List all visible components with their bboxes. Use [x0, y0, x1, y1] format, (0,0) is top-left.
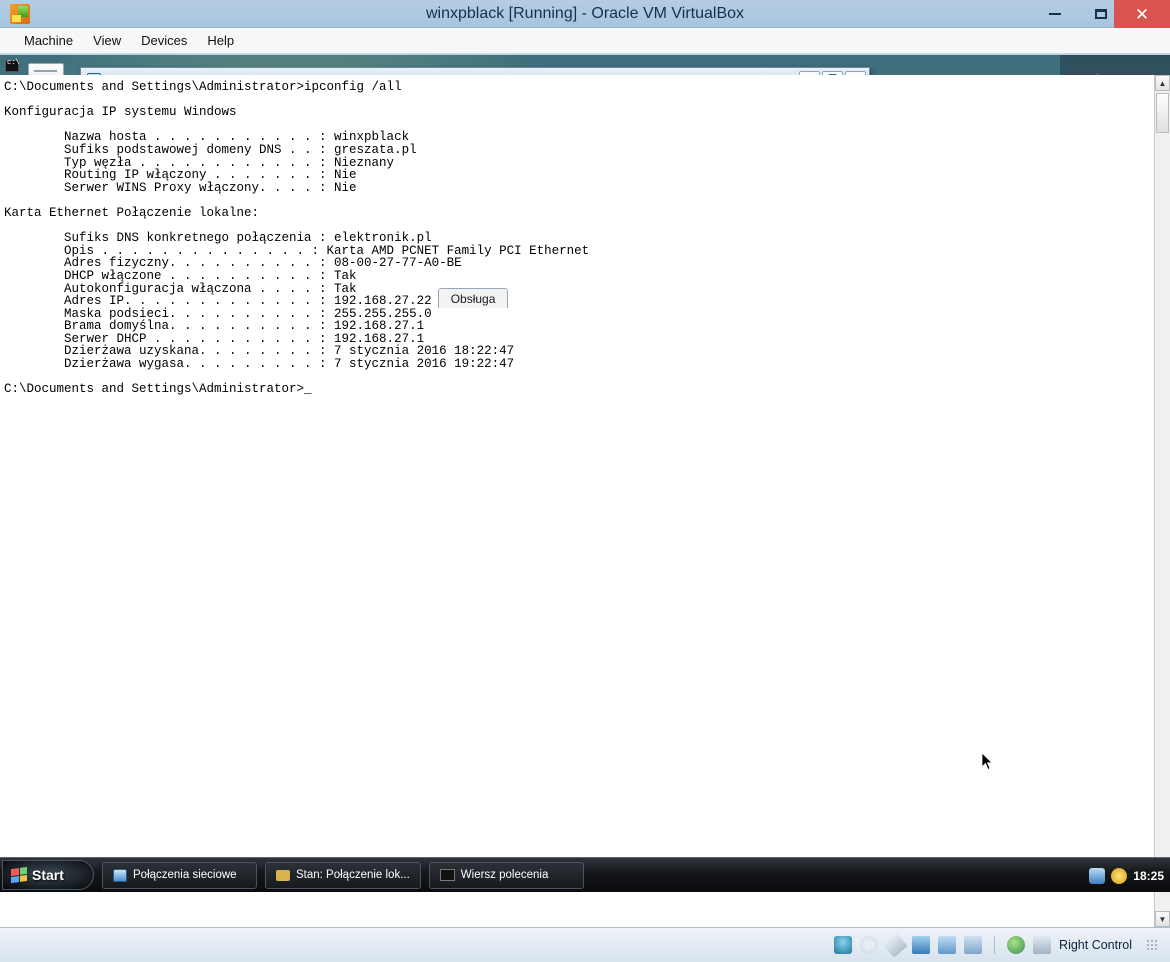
taskbar-item-command-prompt[interactable]: Wiersz polecenia	[428, 861, 584, 889]
display-icon[interactable]	[1007, 936, 1026, 954]
vbox-menubar: Machine View Devices Help	[0, 28, 1170, 54]
vbox-window-title: winxpblack [Running] - Oracle VM Virtual…	[425, 5, 745, 22]
taskbar-clock[interactable]: 18:25	[1133, 869, 1164, 883]
cmd-output-text: C:\Documents and Settings\Administrator>…	[4, 80, 590, 397]
scroll-up-icon[interactable]: ▲	[1155, 75, 1170, 91]
scroll-down-icon[interactable]: ▼	[1155, 911, 1170, 927]
virtualbox-window: winxpblack [Running] - Oracle VM Virtual…	[0, 0, 1170, 962]
smiley-tray-icon[interactable]	[1111, 867, 1128, 884]
menu-help[interactable]: Help	[197, 30, 244, 51]
command-prompt-window[interactable]: Wiersz polecenia _ ❐ ✕ C:\Documents and …	[0, 55, 1170, 927]
taskbar-item-connection-status[interactable]: Stan: Połączenie lok...	[265, 861, 421, 889]
taskbar-item-label: Połączenia sieciowe	[133, 869, 237, 881]
tab-obsluga[interactable]: Obsługa	[437, 288, 509, 308]
menu-machine[interactable]: Machine	[14, 30, 83, 51]
taskbar-item-network-connections[interactable]: Połączenia sieciowe	[102, 861, 257, 889]
shared-folders-icon[interactable]	[964, 936, 983, 954]
console-icon	[439, 869, 455, 881]
system-tray: 18:25	[1079, 858, 1164, 893]
close-button[interactable]: ✕	[1114, 0, 1170, 28]
host-key-icon	[1033, 936, 1052, 954]
minimize-button[interactable]	[1032, 0, 1078, 28]
console-icon	[5, 59, 20, 72]
network-tray-icon[interactable]	[1089, 867, 1106, 884]
cmd-output-area[interactable]: C:\Documents and Settings\Administrator>…	[0, 75, 1170, 927]
minimize-icon	[1049, 13, 1061, 15]
maximize-icon	[1095, 9, 1107, 19]
start-button-label: Start	[32, 867, 64, 883]
resize-grip[interactable]	[1146, 939, 1158, 951]
menu-devices[interactable]: Devices	[131, 30, 197, 51]
windows-taskbar: Start Połączenia sieciowe Stan: Połączen…	[0, 857, 1170, 892]
hard-disk-icon[interactable]	[834, 936, 853, 954]
network-status-icon	[276, 869, 290, 881]
taskbar-item-label: Wiersz polecenia	[460, 869, 549, 881]
network-icon[interactable]	[912, 936, 931, 954]
usb-icon[interactable]	[938, 936, 957, 954]
floppy-disk-icon[interactable]	[882, 932, 908, 958]
mouse-cursor	[982, 753, 993, 771]
vbox-status-bar: Right Control	[0, 927, 1170, 962]
network-connections-icon	[113, 868, 127, 882]
guest-screen[interactable]: Dokumenty Komputer README.TX Strona inte…	[0, 55, 1170, 927]
host-key-label: Right Control	[1059, 938, 1132, 952]
close-icon: ✕	[1134, 4, 1150, 24]
menu-view[interactable]: View	[83, 30, 131, 51]
windows-flag-icon	[11, 866, 27, 884]
status-divider	[994, 936, 996, 954]
start-button[interactable]: Start	[2, 860, 94, 890]
cmd-scrollbar[interactable]: ▲ ▼	[1154, 75, 1170, 927]
taskbar-item-label: Stan: Połączenie lok...	[296, 869, 410, 881]
optical-disk-icon[interactable]	[860, 936, 879, 954]
vbox-titlebar: winxpblack [Running] - Oracle VM Virtual…	[0, 0, 1170, 28]
scrollbar-thumb[interactable]	[1156, 93, 1169, 133]
